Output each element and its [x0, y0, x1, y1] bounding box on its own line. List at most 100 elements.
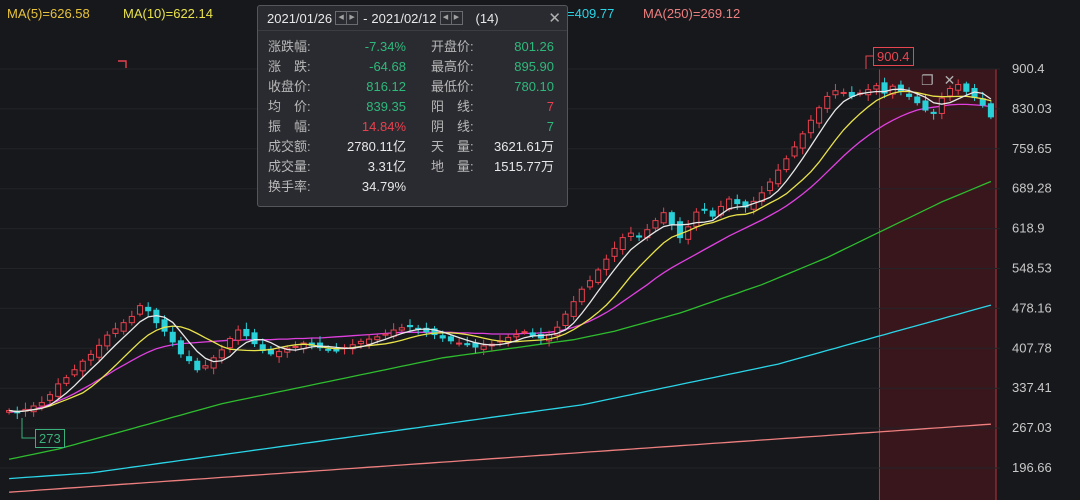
y-tick-label: 900.4 — [1012, 61, 1045, 76]
candle-body — [357, 340, 364, 345]
stat-value: 780.10 — [514, 79, 554, 94]
candle-body — [603, 258, 610, 270]
candle-body — [938, 97, 945, 114]
stat-value: -7.34% — [364, 39, 406, 54]
candle-body — [202, 365, 209, 369]
stat-row: 均 价: 839.35 阳 线: 7 — [258, 97, 567, 117]
candle-body — [480, 345, 487, 350]
candle-body — [243, 328, 250, 337]
stat-row: 换手率: 34.79% — [258, 177, 567, 197]
candle-body — [987, 103, 994, 118]
close-range-icon[interactable]: ✕ — [944, 72, 956, 89]
stat-label: 收盘价: — [268, 79, 311, 94]
y-tick-label: 618.9 — [1012, 221, 1045, 236]
candle-body — [906, 93, 913, 97]
date-separator: - — [363, 10, 368, 26]
candle-body — [701, 208, 708, 211]
next-arrow-icon[interactable]: ▶ — [450, 12, 462, 24]
candle-body — [79, 360, 86, 372]
stat-value: 7 — [546, 119, 554, 134]
prev-arrow-icon[interactable]: ◀ — [441, 12, 451, 24]
range-tools: ❐ ✕ — [921, 72, 955, 89]
candle-body — [521, 331, 528, 334]
candle-body — [177, 340, 184, 355]
candle-body — [194, 360, 201, 371]
stat-row: 成交量: 3.31亿 地 量: 1515.77万 — [258, 157, 567, 177]
stat-label: 阴 线: — [431, 119, 474, 134]
high-flag-connector — [865, 55, 873, 69]
date-start-stepper[interactable]: ◀ ▶ — [335, 11, 359, 25]
candle-body — [513, 334, 520, 338]
date-end-stepper[interactable]: ◀ ▶ — [439, 11, 463, 25]
candle-body — [136, 305, 144, 315]
y-tick-label: 478.16 — [1012, 300, 1052, 315]
stat-label: 地 量: — [431, 159, 474, 174]
candle-body — [128, 315, 135, 324]
stat-value: 7 — [546, 99, 554, 114]
candle-body — [55, 383, 62, 397]
stat-value: 1515.77万 — [494, 159, 554, 174]
candle-body — [46, 394, 54, 401]
candle-body — [406, 324, 414, 328]
candle-body — [570, 301, 577, 317]
stat-value: 801.26 — [514, 39, 554, 54]
date-end: 2021/02/12 — [371, 10, 437, 26]
next-arrow-icon[interactable]: ▶ — [346, 12, 357, 24]
candle-body — [783, 158, 790, 171]
candle-body — [685, 226, 692, 240]
y-tick-label: 337.41 — [1012, 380, 1052, 395]
candle-body — [374, 336, 381, 341]
ma120-line — [9, 304, 992, 480]
stat-row: 振 幅: 14.84% 阴 线: 7 — [258, 117, 567, 137]
candle-body — [169, 331, 176, 343]
candle-body — [333, 348, 340, 352]
candle-body — [791, 146, 798, 157]
candle-body — [963, 83, 970, 92]
candle-body — [693, 211, 700, 227]
candle-body — [325, 348, 332, 351]
candle-body — [873, 85, 880, 90]
y-tick-label: 689.28 — [1012, 181, 1052, 196]
candle-body — [439, 335, 446, 339]
stat-label: 天 量: — [431, 139, 474, 154]
date-start: 2021/01/26 — [267, 10, 333, 26]
candle-body — [276, 351, 283, 358]
ma250-line — [9, 423, 991, 493]
candle-body — [652, 220, 659, 229]
stat-value: 3621.61万 — [494, 139, 554, 154]
candle-body — [456, 342, 463, 345]
stat-label: 涨跌幅: — [268, 39, 311, 54]
candle-body — [235, 329, 242, 341]
candle-body — [63, 377, 70, 384]
close-icon[interactable]: ✕ — [548, 9, 561, 27]
candle-body — [398, 327, 405, 331]
candle-body — [955, 84, 962, 91]
stat-row: 收盘价: 816.12 最低价: 780.10 — [258, 77, 567, 97]
stat-row: 涨跌幅: -7.34% 开盘价: 801.26 — [258, 37, 567, 57]
candle-body — [922, 100, 929, 111]
y-tick-label: 548.53 — [1012, 261, 1052, 276]
candle-body — [619, 237, 626, 251]
candle-body — [112, 328, 119, 334]
candle-body — [87, 353, 94, 361]
stat-label: 最高价: — [431, 59, 474, 74]
stat-value: 2780.11亿 — [346, 139, 406, 154]
stat-value: -64.68 — [369, 59, 406, 74]
stat-label: 成交量: — [268, 159, 311, 174]
stat-row: 成交额: 2780.11亿 天 量: 3621.61万 — [258, 137, 567, 157]
stat-row: 涨 跌: -64.68 最高价: 895.90 — [258, 57, 567, 77]
candle-body — [562, 313, 569, 326]
y-tick-label: 196.66 — [1012, 460, 1052, 475]
prev-arrow-icon[interactable]: ◀ — [336, 12, 346, 24]
expand-icon[interactable]: ❐ — [921, 72, 934, 89]
candle-body — [660, 212, 667, 224]
candle-body — [586, 280, 594, 288]
candle-body — [709, 210, 716, 217]
candle-body — [366, 338, 373, 345]
stat-value: 895.90 — [514, 59, 554, 74]
candle-body — [464, 343, 471, 346]
candle-body — [595, 269, 602, 283]
candle-body — [946, 88, 954, 97]
stat-label: 换手率: — [268, 179, 311, 194]
y-tick-label: 830.03 — [1012, 101, 1052, 116]
